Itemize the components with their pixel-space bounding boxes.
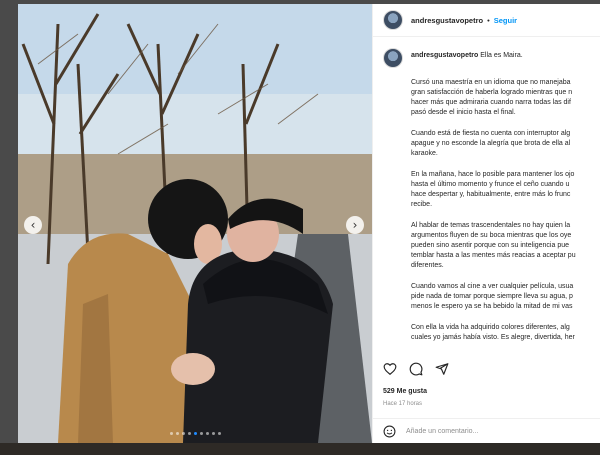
comment-input[interactable]: Añade un comentario... [406,428,478,435]
send-icon[interactable] [435,362,449,376]
post-header: andresgustavopetro • Seguir [373,4,600,37]
caption-paragraph: Cuando vamos al cine a ver cualquier pel… [411,283,574,310]
caption-area[interactable]: andresgustavopetro Ella es Maira. Cursó … [383,48,599,348]
avatar[interactable] [383,10,403,30]
caption-paragraph: Al hablar de temas trascendentales no ha… [411,222,576,269]
caption-username[interactable]: andresgustavopetro [411,52,478,59]
caption-paragraph: Cuando está de fiesta no cuenta con inte… [411,130,571,157]
follow-button[interactable]: Seguir [494,16,517,25]
username-link[interactable]: andresgustavopetro [411,16,483,25]
carousel-dot [193,432,197,435]
post-side-panel: andresgustavopetro • Seguir andresgustav… [372,4,600,443]
caption-paragraph: En la mañana, hace lo posible para mante… [411,171,575,208]
carousel-dot [181,432,185,435]
action-bar [383,362,449,376]
likes-count[interactable]: 529 Me gusta [383,388,427,395]
carousel-dot [217,432,221,435]
background-feed-strip [0,443,600,455]
heart-icon[interactable] [383,362,397,376]
carousel-dot [169,432,173,435]
caption-paragraph: Cursó una maestría en un idioma que no m… [411,79,573,116]
previous-image-button[interactable]: ‹ [24,216,42,234]
caption-text: Cursó una maestría en un idioma que no m… [411,78,599,343]
carousel-dot [199,432,203,435]
post-timestamp[interactable]: Hace 17 horas [383,401,422,407]
caption-paragraph: Con ella la vida ha adquirido colores di… [411,324,575,341]
smiley-icon[interactable] [383,425,396,438]
caption-avatar[interactable] [383,48,403,68]
comment-bar: Añade un comentario... [373,418,600,444]
photo-scene [18,4,372,443]
comment-icon[interactable] [409,362,423,376]
carousel-dot [187,432,191,435]
post-photo: ‹ › [18,4,372,443]
carousel-dot [205,432,209,435]
caption-title: Ella es Maira. [480,52,523,59]
carousel-dot [211,432,215,435]
separator-dot: • [487,15,490,25]
next-image-button[interactable]: › [346,216,364,234]
carousel-indicator [18,432,372,435]
carousel-dot [175,432,179,435]
